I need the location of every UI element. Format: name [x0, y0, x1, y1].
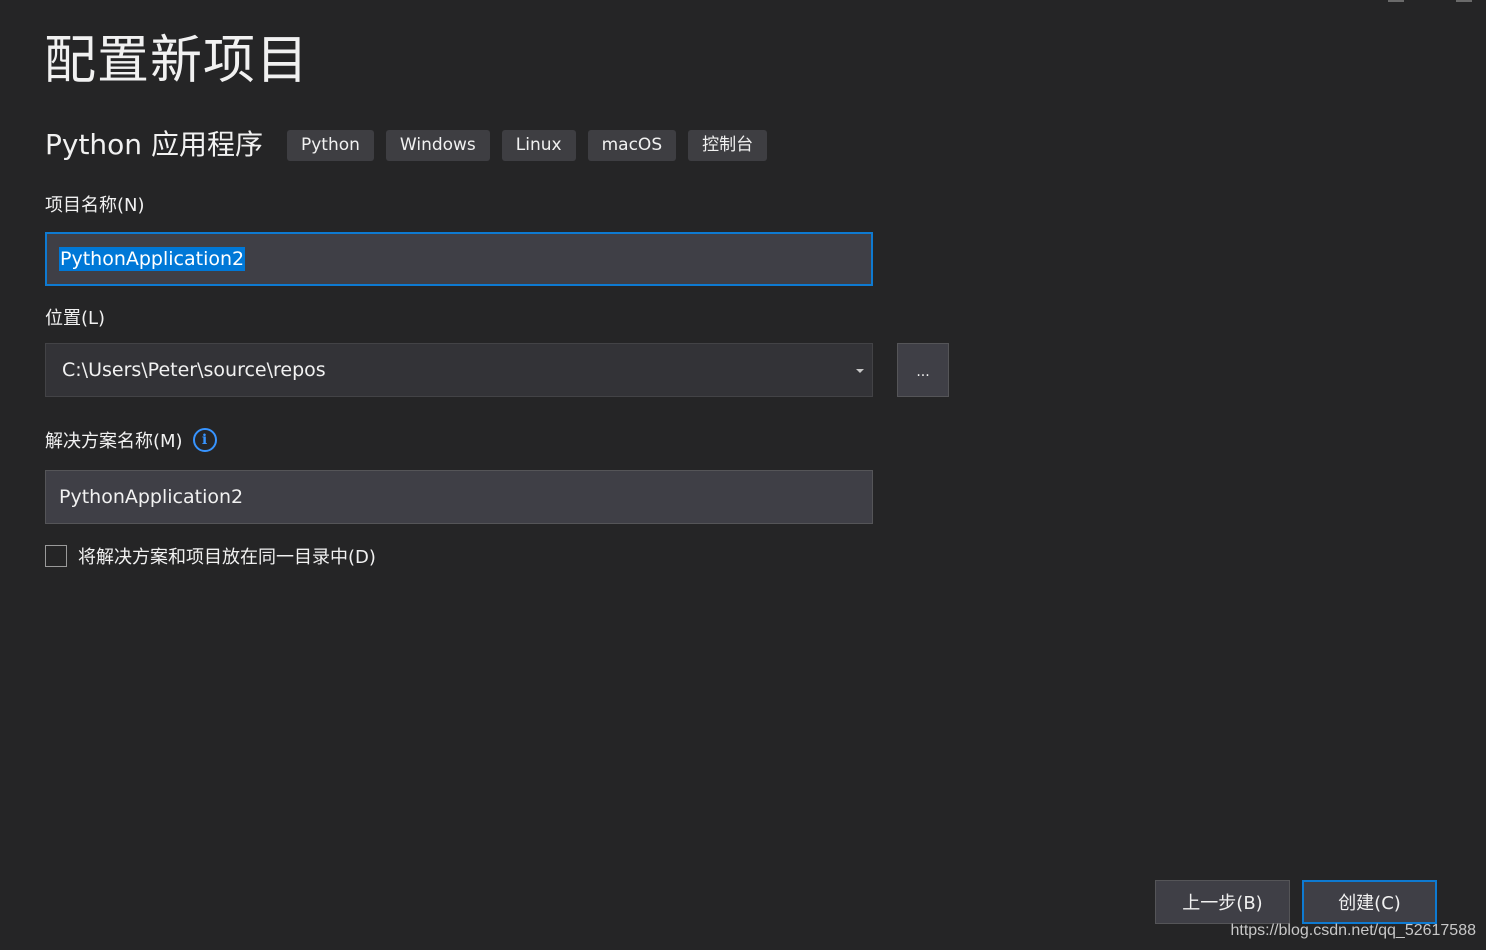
browse-button[interactable]: ... [897, 343, 949, 397]
window-controls [1388, 0, 1472, 2]
tag-console: 控制台 [688, 129, 768, 161]
location-combobox[interactable]: C:\Users\Peter\source\repos [45, 343, 873, 397]
project-name-label-text: 项目名称(N) [45, 195, 145, 216]
location-label-text: 位置(L) [45, 308, 106, 329]
project-name-value: PythonApplication2 [59, 247, 246, 271]
chevron-down-icon[interactable] [856, 369, 864, 373]
same-directory-option[interactable]: 将解决方案和项目放在同一目录中(D) [45, 543, 376, 569]
close-icon[interactable] [1456, 0, 1472, 2]
project-name-input[interactable]: PythonApplication2 [45, 232, 873, 286]
page-title: 配置新项目 [44, 31, 310, 91]
watermark: https://blog.csdn.net/qq_52617588 [1230, 922, 1476, 939]
template-summary: Python 应用程序 Python Windows Linux macOS 控… [45, 126, 779, 164]
info-icon[interactable]: i [192, 428, 217, 452]
solution-name-label-text: 解决方案名称(M) [45, 431, 183, 452]
project-name-label: 项目名称(N) [45, 191, 145, 217]
same-directory-checkbox[interactable] [45, 545, 67, 567]
same-directory-label: 将解决方案和项目放在同一目录中(D) [78, 547, 376, 568]
solution-name-value: PythonApplication2 [59, 486, 244, 508]
tag-linux: Linux [501, 129, 576, 161]
tag-python: Python [286, 129, 374, 161]
configure-project-page: 配置新项目 Python 应用程序 Python Windows Linux m… [0, 0, 1486, 950]
create-button[interactable]: 创建(C) [1302, 880, 1437, 924]
location-label: 位置(L) [45, 304, 105, 330]
tag-windows: Windows [385, 129, 490, 161]
location-value: C:\Users\Peter\source\repos [62, 359, 326, 381]
back-button[interactable]: 上一步(B) [1155, 880, 1290, 924]
solution-name-input[interactable]: PythonApplication2 [45, 470, 873, 524]
tag-macos: macOS [587, 129, 677, 161]
minimize-icon[interactable] [1388, 0, 1404, 2]
solution-name-label: 解决方案名称(M) i [45, 427, 217, 453]
template-name: Python 应用程序 [45, 128, 263, 161]
